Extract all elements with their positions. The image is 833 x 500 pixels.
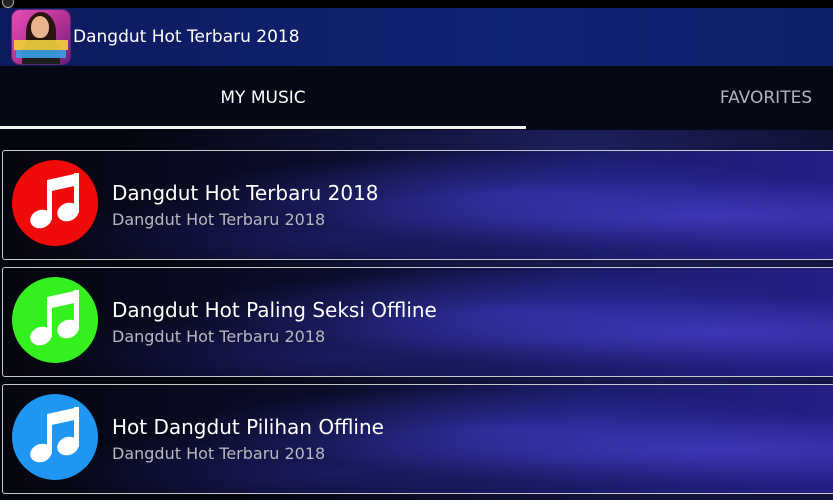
- app-bar: Dangdut Hot Terbaru 2018: [0, 8, 833, 66]
- song-item[interactable]: Hot Dangdut Pilihan Offline Dangdut Hot …: [2, 384, 833, 494]
- tab-favorites[interactable]: FAVORITES: [526, 66, 833, 130]
- app-title: Dangdut Hot Terbaru 2018: [73, 27, 300, 47]
- song-artist: Dangdut Hot Terbaru 2018: [112, 327, 326, 346]
- music-note-icon: [12, 277, 98, 363]
- song-artist: Dangdut Hot Terbaru 2018: [112, 444, 326, 463]
- app-logo: [12, 10, 70, 64]
- music-note-icon: [12, 394, 98, 480]
- song-title: Hot Dangdut Pilihan Offline: [112, 415, 384, 439]
- song-artist: Dangdut Hot Terbaru 2018: [112, 210, 326, 229]
- song-item[interactable]: Dangdut Hot Paling Seksi Offline Dangdut…: [2, 267, 833, 377]
- song-title: Dangdut Hot Terbaru 2018: [112, 181, 379, 205]
- notification-icon: [2, 0, 14, 8]
- song-item[interactable]: Dangdut Hot Terbaru 2018 Dangdut Hot Ter…: [2, 150, 833, 260]
- status-bar: [0, 0, 833, 8]
- app-screen: Dangdut Hot Terbaru 2018 MY MUSIC FAVORI…: [0, 0, 833, 500]
- tab-my-music[interactable]: MY MUSIC: [0, 66, 526, 130]
- song-title: Dangdut Hot Paling Seksi Offline: [112, 298, 437, 322]
- music-note-icon: [12, 160, 98, 246]
- tab-indicator: [0, 126, 526, 129]
- tab-bar: MY MUSIC FAVORITES: [0, 66, 833, 130]
